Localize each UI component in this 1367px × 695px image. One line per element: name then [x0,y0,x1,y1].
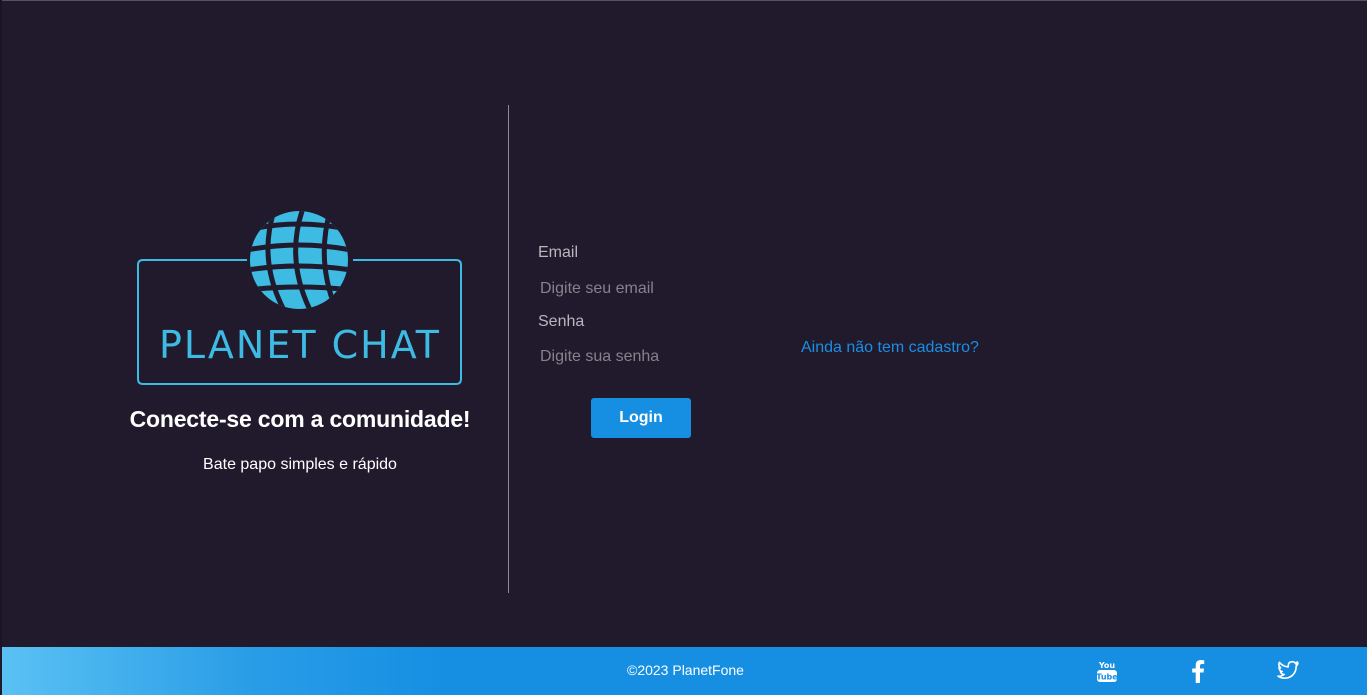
password-field[interactable] [538,345,758,369]
footer: ©2023 PlanetFone You Tube [2,647,1367,695]
login-button[interactable]: Login [591,398,691,438]
svg-text:You: You [1098,661,1116,670]
globe-icon: PLANET CHAT [137,211,462,385]
left-edge [0,0,2,647]
brand-tagline: Conecte-se com a comunidade! [129,406,471,432]
youtube-icon[interactable]: You Tube [1096,659,1118,683]
email-label: Email [538,244,579,261]
copyright-text: ©2023 PlanetFone [627,662,744,678]
password-label: Senha [538,313,585,330]
svg-text:Tube: Tube [1096,673,1118,682]
twitter-icon[interactable] [1276,659,1300,681]
logo-text: PLANET CHAT [159,323,441,367]
planet-chat-logo: PLANET CHAT [135,208,465,388]
brand-subtagline: Bate papo simples e rápido [203,456,397,473]
facebook-icon[interactable] [1188,659,1208,683]
login-page: PLANET CHAT Conecte-se com a comunidade!… [0,0,1367,695]
top-border [0,0,1367,1]
register-link[interactable]: Ainda não tem cadastro? [801,339,979,357]
email-field[interactable] [538,277,758,301]
vertical-divider [508,105,509,593]
